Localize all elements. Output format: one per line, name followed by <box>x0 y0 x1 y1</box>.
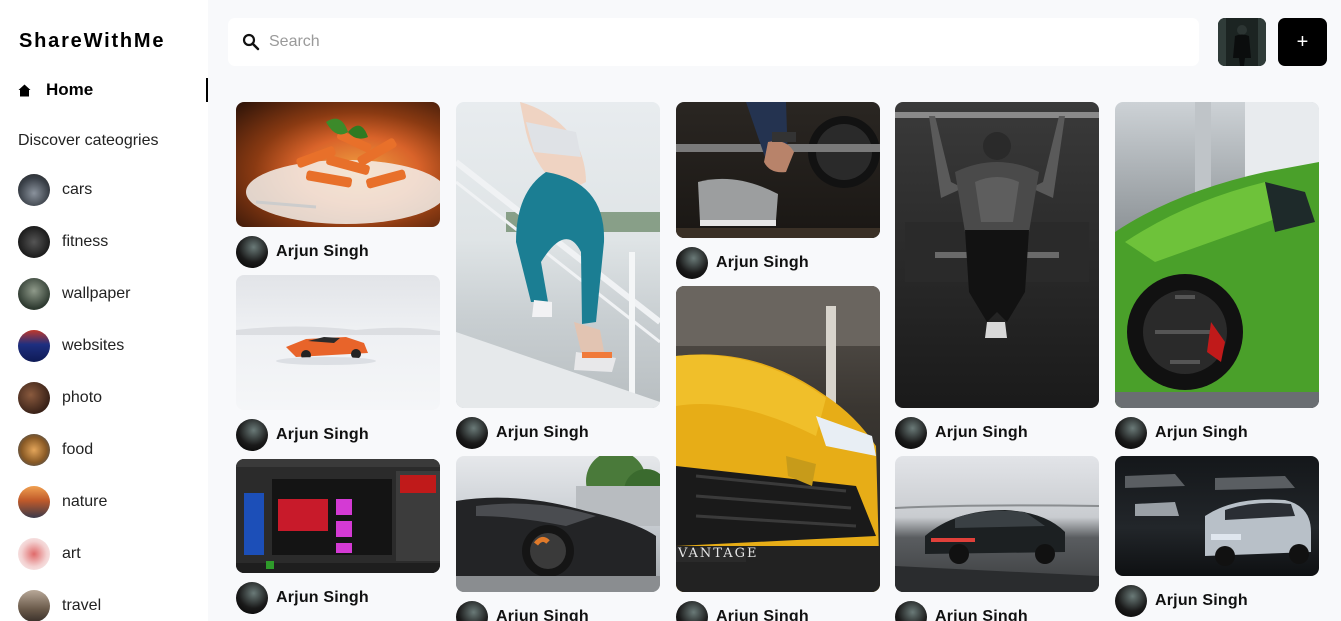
category-label: nature <box>62 493 108 510</box>
pin-image[interactable] <box>895 102 1099 408</box>
author-name: Arjun Singh <box>276 243 369 260</box>
category-nature[interactable]: nature <box>18 486 107 518</box>
pin-author[interactable]: Arjun Singh <box>236 236 440 268</box>
pin-author[interactable]: Arjun Singh <box>676 601 880 621</box>
author-avatar <box>456 417 488 449</box>
author-name: Arjun Singh <box>935 608 1028 621</box>
category-thumbnail <box>18 278 50 310</box>
author-name: Arjun Singh <box>935 424 1028 441</box>
pin-image[interactable] <box>236 102 440 227</box>
pin-author[interactable]: Arjun Singh <box>1115 585 1319 617</box>
category-thumbnail <box>18 434 50 466</box>
author-name: Arjun Singh <box>496 424 589 441</box>
pin-author[interactable]: Arjun Singh <box>456 417 660 449</box>
category-label: travel <box>62 597 102 614</box>
pin-card[interactable]: Arjun Singh <box>456 456 660 621</box>
category-websites[interactable]: websites <box>18 330 124 362</box>
pin-card[interactable]: Arjun Singh <box>895 456 1099 621</box>
pin-card[interactable]: VANTAGE Arjun Singh <box>676 286 880 621</box>
pin-image[interactable] <box>456 456 660 592</box>
author-name: Arjun Singh <box>1155 424 1248 441</box>
sidebar: ShareWithMe Home Discover cateogries car… <box>0 0 208 621</box>
pin-card[interactable]: Arjun Singh <box>1115 456 1319 617</box>
pin-image[interactable] <box>236 275 440 410</box>
pin-image[interactable]: VANTAGE <box>676 286 880 592</box>
category-label: art <box>62 545 81 562</box>
category-thumbnail <box>18 226 50 258</box>
categories-title: Discover cateogries <box>18 132 159 149</box>
author-avatar <box>236 419 268 451</box>
user-avatar-button[interactable] <box>1218 18 1266 66</box>
home-icon <box>18 83 32 97</box>
pin-author[interactable]: Arjun Singh <box>895 417 1099 449</box>
category-thumbnail <box>18 382 50 414</box>
author-name: Arjun Singh <box>1155 592 1248 609</box>
category-cars[interactable]: cars <box>18 174 92 206</box>
pin-image[interactable] <box>456 102 660 408</box>
pin-author[interactable]: Arjun Singh <box>236 419 440 451</box>
nav-home-label: Home <box>46 80 94 99</box>
category-thumbnail <box>18 590 50 621</box>
author-name: Arjun Singh <box>496 608 589 621</box>
pin-card[interactable]: Arjun Singh <box>236 459 440 614</box>
author-name: Arjun Singh <box>716 254 809 271</box>
search-icon <box>242 33 260 51</box>
category-fitness[interactable]: fitness <box>18 226 108 258</box>
category-label: fitness <box>62 233 109 250</box>
author-name: Arjun Singh <box>276 589 369 606</box>
category-label: food <box>62 441 94 458</box>
plate-text: VANTAGE <box>678 546 759 561</box>
category-travel[interactable]: travel <box>18 590 101 621</box>
pin-card[interactable]: Arjun Singh <box>236 275 440 451</box>
category-photo[interactable]: photo <box>18 382 102 414</box>
category-food[interactable]: food <box>18 434 93 466</box>
author-avatar <box>236 582 268 614</box>
app-logo[interactable]: ShareWithMe <box>19 30 165 53</box>
category-label: photo <box>62 389 103 406</box>
author-name: Arjun Singh <box>716 608 809 621</box>
pin-author[interactable]: Arjun Singh <box>676 247 880 279</box>
avatar-figure <box>1218 18 1266 66</box>
category-label: websites <box>62 337 125 354</box>
category-label: cars <box>62 181 93 198</box>
pin-author[interactable]: Arjun Singh <box>236 582 440 614</box>
author-avatar <box>895 417 927 449</box>
pin-card[interactable]: Arjun Singh <box>456 102 660 449</box>
category-thumbnail <box>18 330 50 362</box>
category-art[interactable]: art <box>18 538 81 570</box>
category-thumbnail <box>18 174 50 206</box>
author-avatar <box>236 236 268 268</box>
search-input[interactable] <box>269 33 1169 51</box>
search-bar[interactable] <box>228 18 1199 66</box>
category-wallpaper[interactable]: wallpaper <box>18 278 130 310</box>
author-avatar <box>895 601 927 621</box>
category-thumbnail <box>18 538 50 570</box>
pin-author[interactable]: Arjun Singh <box>895 601 1099 621</box>
nav-home[interactable]: Home <box>18 78 208 102</box>
author-avatar <box>1115 417 1147 449</box>
pin-card[interactable]: Arjun Singh <box>1115 102 1319 449</box>
author-avatar <box>1115 585 1147 617</box>
pin-image[interactable] <box>676 102 880 238</box>
author-avatar <box>676 247 708 279</box>
pin-author[interactable]: Arjun Singh <box>456 601 660 621</box>
pin-image[interactable] <box>895 456 1099 592</box>
add-pin-button[interactable]: + <box>1278 18 1327 66</box>
pin-image[interactable] <box>1115 102 1319 408</box>
pin-card[interactable]: Arjun Singh <box>895 102 1099 449</box>
pin-image[interactable] <box>236 459 440 573</box>
author-name: Arjun Singh <box>276 426 369 443</box>
pin-card[interactable]: Arjun Singh <box>236 102 440 268</box>
pin-card[interactable]: Arjun Singh <box>676 102 880 279</box>
pin-image[interactable] <box>1115 456 1319 576</box>
category-label: wallpaper <box>62 285 131 302</box>
pin-author[interactable]: Arjun Singh <box>1115 417 1319 449</box>
author-avatar <box>456 601 488 621</box>
category-thumbnail <box>18 486 50 518</box>
author-avatar <box>676 601 708 621</box>
